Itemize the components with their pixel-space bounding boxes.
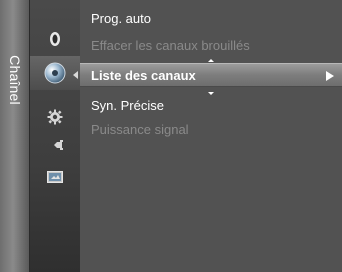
menu-item-prog-auto[interactable]: Prog. auto [80,8,342,30]
scroll-up-indicator [208,59,214,62]
menu-item-label: Syn. Précise [91,98,164,113]
menu-item-label: Puissance signal [91,122,189,137]
input-icon-slot[interactable] [30,128,80,162]
application-icon [47,171,63,183]
menu-item-liste-canaux[interactable]: Liste des canaux [80,63,342,87]
category-label-strip: Chaînel [0,0,30,272]
submenu-arrow-icon [326,71,334,81]
active-item-pointer [73,71,78,79]
menu-item-label: Effacer les canaux brouillés [91,38,250,53]
channel-icon [44,62,66,84]
application-icon-slot[interactable] [30,160,80,194]
menu-item-label: Prog. auto [91,11,151,26]
input-plug-icon [48,140,63,150]
gear-icon [47,109,63,125]
picture-icon-slot[interactable] [30,22,80,56]
category-label: Chaînel [7,55,23,105]
picture-icon [50,32,60,46]
menu-item-label: Liste des canaux [91,68,196,83]
menu-item-syn-precise[interactable]: Syn. Précise [80,95,342,117]
menu-item-puissance-signal: Puissance signal [80,119,342,141]
menu-icon-column [30,0,80,272]
menu-item-effacer-canaux: Effacer les canaux brouillés [80,35,342,57]
channel-menu-panel: Prog. auto Effacer les canaux brouillés … [80,0,342,272]
tv-osd-menu: Chaînel Prog. auto Effacer les canaux br… [0,0,342,272]
